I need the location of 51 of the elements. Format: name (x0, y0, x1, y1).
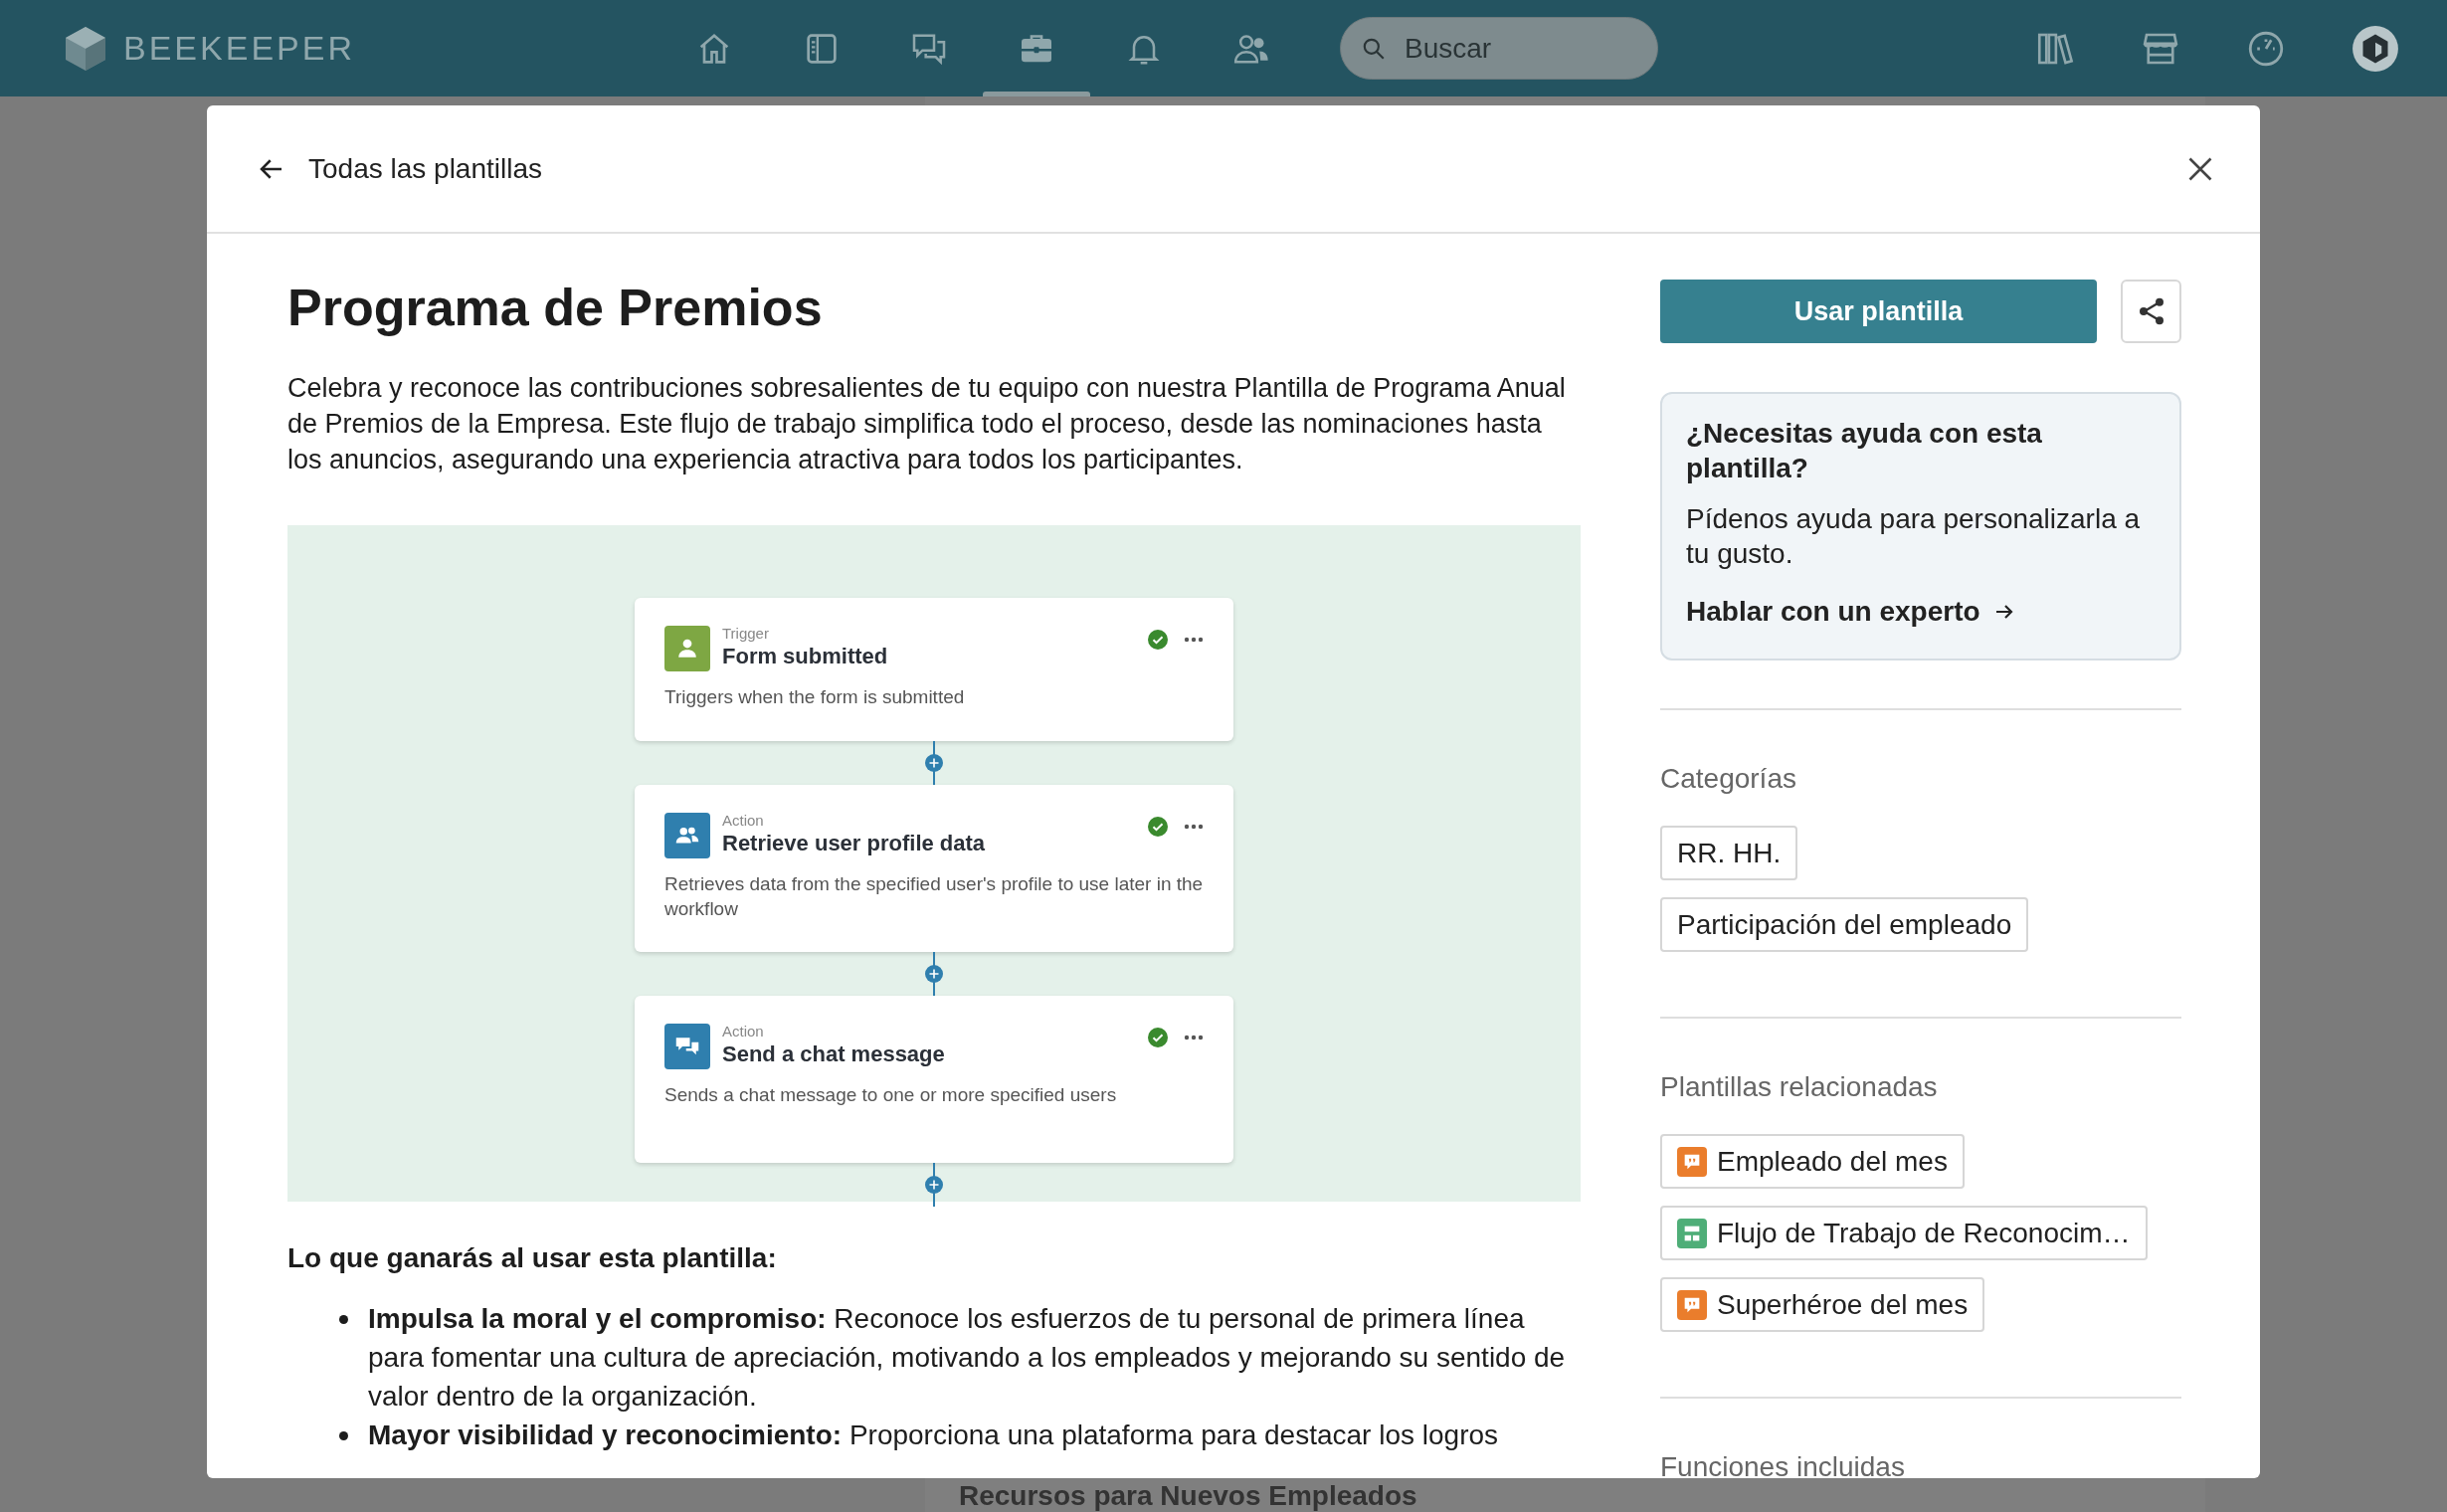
avatar-button[interactable] (2351, 23, 2400, 74)
person-icon (664, 626, 710, 672)
benefits-heading: Lo que ganarás al usar esta plantilla: (287, 1241, 778, 1276)
step-title: Send a chat message (722, 1040, 945, 1068)
benefit-text: Mayor visibilidad y reconocimiento: Proporciona una plataforma para destacar los logros (368, 1418, 1499, 1453)
avatar-icon (2351, 23, 2400, 74)
expert-link[interactable]: Hablar con un experto (1686, 591, 2016, 633)
search-field[interactable]: Buscar (1340, 17, 1658, 80)
workflow-step-card[interactable]: Trigger Form submitted Triggers when the form is submitted (635, 598, 1233, 742)
help-title: ¿Necesitas ayuda con esta plantilla? (1686, 417, 2043, 485)
step-type: Action (722, 813, 765, 830)
template-description: Celebra y reconoce las contribuciones sobresalientes de tu equipo con nuestra Plantilla de Programa Anual de Premios de la Empresa. Este flujo de trabajo simplifica todo el proceso, desde las nominaciones hasta los anuncios, asegurando una experiencia atractiva para todos los participantes. (287, 372, 1567, 477)
quote-icon (1677, 1289, 1707, 1320)
section-heading: Categorías (1660, 762, 1797, 796)
template-title: Programa de Premios (287, 280, 824, 337)
category-tag[interactable]: RR. HH. (1660, 826, 1798, 880)
use-template-button[interactable]: Usar plantilla (1660, 280, 2097, 343)
step-description: Triggers when the form is submitted (664, 685, 966, 710)
more-icon[interactable] (1184, 1035, 1204, 1041)
brand-name: BEEKEEPER (123, 28, 355, 69)
workflow-icon (1677, 1218, 1707, 1248)
step-type: Action (722, 1024, 765, 1040)
quote-icon (1677, 1146, 1707, 1177)
chat-icon (664, 1024, 710, 1070)
workflow-step-card[interactable]: Action Send a chat message Sends a chat message to one or more specified users (635, 996, 1233, 1164)
benefit-text: Impulsa la moral y el compromiso: Reconoce los esfuerzos de tu personal de primera línea para fomentar una cultura de apreciación, motivando a los empleados y mejorando su sentido de valor dentro de la organización. (368, 1302, 1567, 1415)
section-heading: Recursos para Nuevos Empleados (959, 1482, 1417, 1510)
more-icon[interactable] (1184, 637, 1204, 644)
back-button[interactable]: Todas las plantillas (257, 147, 543, 190)
related-template-link[interactable]: Flujo de Trabajo de Reconocim… (1660, 1206, 2148, 1260)
related-template-link[interactable]: Empleado del mes (1660, 1134, 1965, 1189)
step-title: Form submitted (722, 642, 888, 670)
help-text: Pídenos ayuda para personalizarla a tu gusto. (1686, 502, 2142, 571)
more-icon[interactable] (1184, 824, 1204, 831)
section-heading: Funciones incluidas (1660, 1450, 1906, 1478)
add-step-icon[interactable] (924, 741, 944, 786)
step-description: Sends a chat message to one or more specified users (664, 1083, 1118, 1108)
search-input[interactable]: Buscar (1403, 26, 1621, 71)
workflow-step-card[interactable]: Action Retrieve user profile data Retrieves data from the specified user's profile to use later in the workflow (635, 785, 1233, 953)
step-description: Retrieves data from the specified user's profile to use later in the workflow (664, 872, 1204, 921)
step-title: Retrieve user profile data (722, 829, 986, 857)
bullet-icon (339, 1315, 348, 1325)
category-tag[interactable]: Participación del empleado (1660, 897, 2029, 952)
bullet-icon (339, 1431, 348, 1441)
step-type: Trigger (722, 626, 770, 643)
add-step-icon[interactable] (924, 1163, 944, 1208)
related-template-link[interactable]: Superhéroe del mes (1660, 1277, 1985, 1332)
add-step-icon[interactable] (924, 952, 944, 997)
share-button[interactable] (2121, 280, 2181, 343)
section-heading: Plantillas relacionadas (1660, 1070, 1939, 1104)
people-icon (664, 813, 710, 859)
